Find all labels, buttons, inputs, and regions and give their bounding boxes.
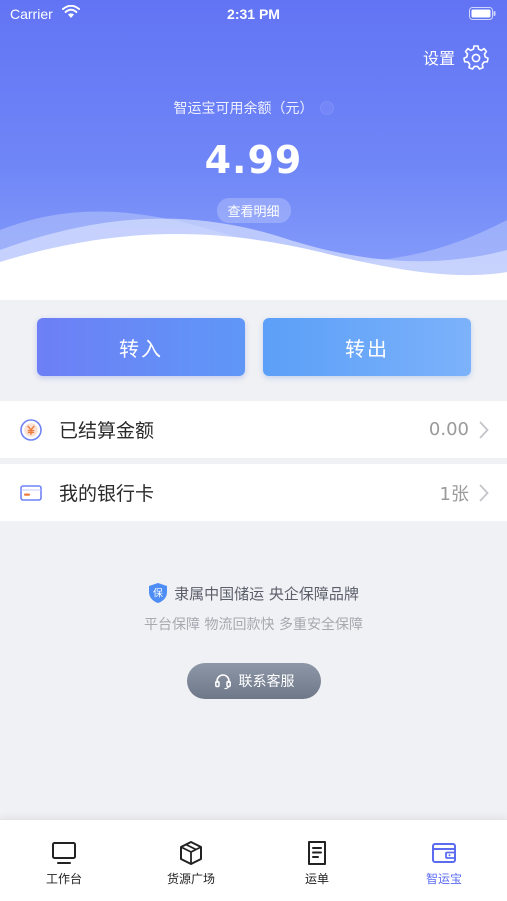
clock: 2:31 PM xyxy=(227,6,280,22)
contact-support-label: 联系客服 xyxy=(238,674,295,690)
tab-bar: 工作台 货源广场 运单 智运宝 xyxy=(0,819,507,901)
transfer-in-button[interactable]: 转入 xyxy=(37,318,245,376)
gear-icon xyxy=(463,45,489,70)
tab-label: 智运宝 xyxy=(425,872,462,886)
document-icon xyxy=(308,841,326,865)
chevron-right-icon xyxy=(479,421,489,438)
trust-headline: 隶属中国储运 央企保障品牌 xyxy=(174,584,359,603)
tab-waybill[interactable]: 运单 xyxy=(267,840,367,887)
bank-cards-label: 我的银行卡 xyxy=(59,483,155,505)
bank-cards-count: 1张 xyxy=(439,483,469,505)
monitor-icon xyxy=(52,842,76,864)
tab-cargo-market[interactable]: 货源广场 xyxy=(141,840,241,887)
trust-subline: 平台保障 物流回款快 多重安全保障 xyxy=(144,617,363,633)
settled-amount-value: 0.00 xyxy=(428,419,469,440)
chevron-right-icon xyxy=(479,484,489,501)
contact-support-button[interactable]: 联系客服 xyxy=(187,663,321,699)
settled-amount-label: 已结算金额 xyxy=(59,420,155,442)
settings-label: 设置 xyxy=(422,49,455,68)
balance-label-row: 智运宝可用余额（元） xyxy=(0,98,507,118)
shield-icon: 保 xyxy=(149,583,168,603)
cube-icon xyxy=(180,841,202,865)
list-item-bank-cards[interactable]: 我的银行卡 1张 xyxy=(0,464,507,521)
info-icon[interactable] xyxy=(319,101,334,115)
bank-card-icon xyxy=(19,481,43,505)
shield-badge-char: 保 xyxy=(153,587,163,600)
transfer-out-button[interactable]: 转出 xyxy=(263,318,471,376)
settings-button[interactable]: 设置 xyxy=(423,44,489,70)
trust-headline-row: 保 隶属中国储运 央企保障品牌 xyxy=(0,582,507,604)
list-item-settled-amount[interactable]: 已结算金额 0.00 xyxy=(0,401,507,458)
tab-label: 工作台 xyxy=(45,872,82,886)
balance-label: 智运宝可用余额（元） xyxy=(173,101,314,117)
view-details-button[interactable]: 查看明细 xyxy=(216,198,291,223)
battery-icon xyxy=(469,7,496,20)
tab-workbench[interactable]: 工作台 xyxy=(14,840,114,887)
tab-label: 运单 xyxy=(304,872,329,886)
yen-coin-icon xyxy=(19,418,43,442)
balance-amount: 4.99 xyxy=(204,138,303,182)
tab-label: 货源广场 xyxy=(166,872,215,886)
headset-icon xyxy=(214,674,231,690)
tab-zhiyunbao[interactable]: 智运宝 xyxy=(394,840,494,887)
status-bar: Carrier 2:31 PM xyxy=(0,0,507,30)
wallet-icon xyxy=(432,843,456,863)
